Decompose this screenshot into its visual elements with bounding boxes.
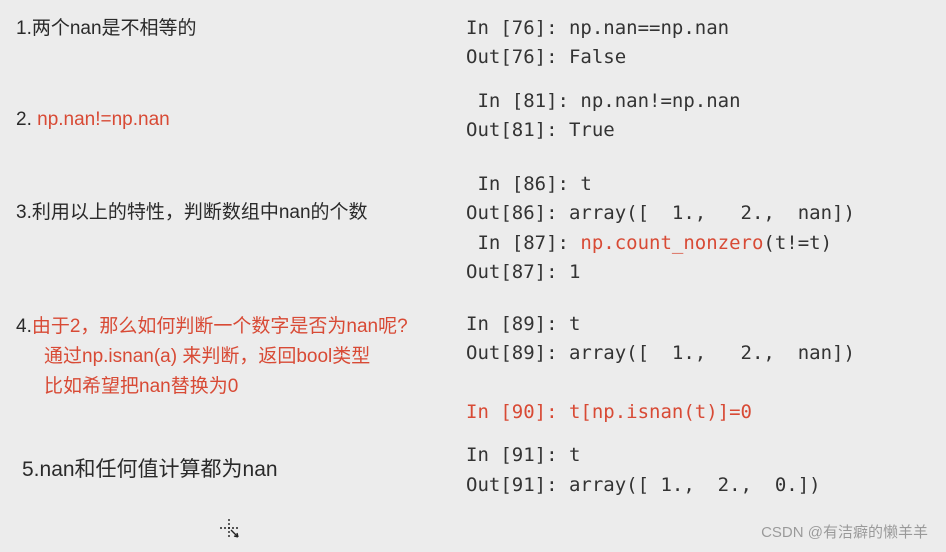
- code-in-90: In [90]: t[np.isnan(t)]=0: [466, 401, 752, 423]
- item-4-line2: 通过np.isnan(a) 来判断，返回bool类型: [44, 342, 458, 372]
- item-3-text: 3.利用以上的特性，判断数组中nan的个数: [16, 170, 466, 228]
- item-4-num: 4.: [16, 316, 32, 337]
- item-2: 2. np.nan!=np.nan In [81]: np.nan!=np.na…: [16, 87, 930, 146]
- item-1: 1.两个nan是不相等的 In [76]: np.nan==np.nan Out…: [16, 14, 930, 73]
- item-4-code: In [89]: t Out[89]: array([ 1., 2., nan]…: [466, 310, 930, 428]
- item-5-text: 5.nan和任何值计算都为nan: [16, 441, 466, 487]
- item-1-code: In [76]: np.nan==np.nan Out[76]: False: [466, 14, 930, 73]
- code-in-87-a: In [87]:: [466, 232, 580, 254]
- item-4-line3: 比如希望把nan替换为0: [44, 372, 458, 402]
- item-2-code: In [81]: np.nan!=np.nan Out[81]: True: [466, 87, 930, 146]
- code-in-91: In [91]: t: [466, 444, 580, 466]
- item-2-text: 2. np.nan!=np.nan: [16, 87, 466, 135]
- code-in-76: In [76]: np.nan==np.nan: [466, 17, 729, 39]
- item-3-code: In [86]: t Out[86]: array([ 1., 2., nan]…: [466, 170, 930, 288]
- cursor-icon: [218, 517, 240, 544]
- item-5-code: In [91]: t Out[91]: array([ 1., 2., 0.]): [466, 441, 930, 500]
- code-out-76: Out[76]: False: [466, 46, 626, 68]
- code-out-91: Out[91]: array([ 1., 2., 0.]): [466, 474, 821, 496]
- item-4-line1: 4.由于2，那么如何判断一个数字是否为nan呢?: [16, 316, 408, 337]
- code-in-89: In [89]: t: [466, 313, 580, 335]
- code-in-81: In [81]: np.nan!=np.nan: [466, 90, 741, 112]
- item-5: 5.nan和任何值计算都为nan In [91]: t Out[91]: arr…: [16, 441, 930, 500]
- code-out-87: Out[87]: 1: [466, 261, 580, 283]
- item-4-text: 4.由于2，那么如何判断一个数字是否为nan呢? 通过np.isnan(a) 来…: [16, 310, 466, 403]
- code-out-81: Out[81]: True: [466, 119, 615, 141]
- code-out-86: Out[86]: array([ 1., 2., nan]): [466, 202, 855, 224]
- code-in-86: In [86]: t: [466, 173, 592, 195]
- code-in-87-b: (t!=t): [763, 232, 832, 254]
- document-body: 1.两个nan是不相等的 In [76]: np.nan==np.nan Out…: [0, 0, 946, 528]
- item-3: 3.利用以上的特性，判断数组中nan的个数 In [86]: t Out[86]…: [16, 170, 930, 288]
- watermark-text: CSDN @有洁癖的懒羊羊: [761, 521, 928, 542]
- code-in-87-red: np.count_nonzero: [580, 232, 763, 254]
- item-4: 4.由于2，那么如何判断一个数字是否为nan呢? 通过np.isnan(a) 来…: [16, 310, 930, 428]
- item-2-code-inline: np.nan!=np.nan: [37, 109, 170, 130]
- item-1-text: 1.两个nan是不相等的: [16, 14, 466, 44]
- item-2-prefix: 2.: [16, 109, 37, 130]
- code-out-89: Out[89]: array([ 1., 2., nan]): [466, 342, 855, 364]
